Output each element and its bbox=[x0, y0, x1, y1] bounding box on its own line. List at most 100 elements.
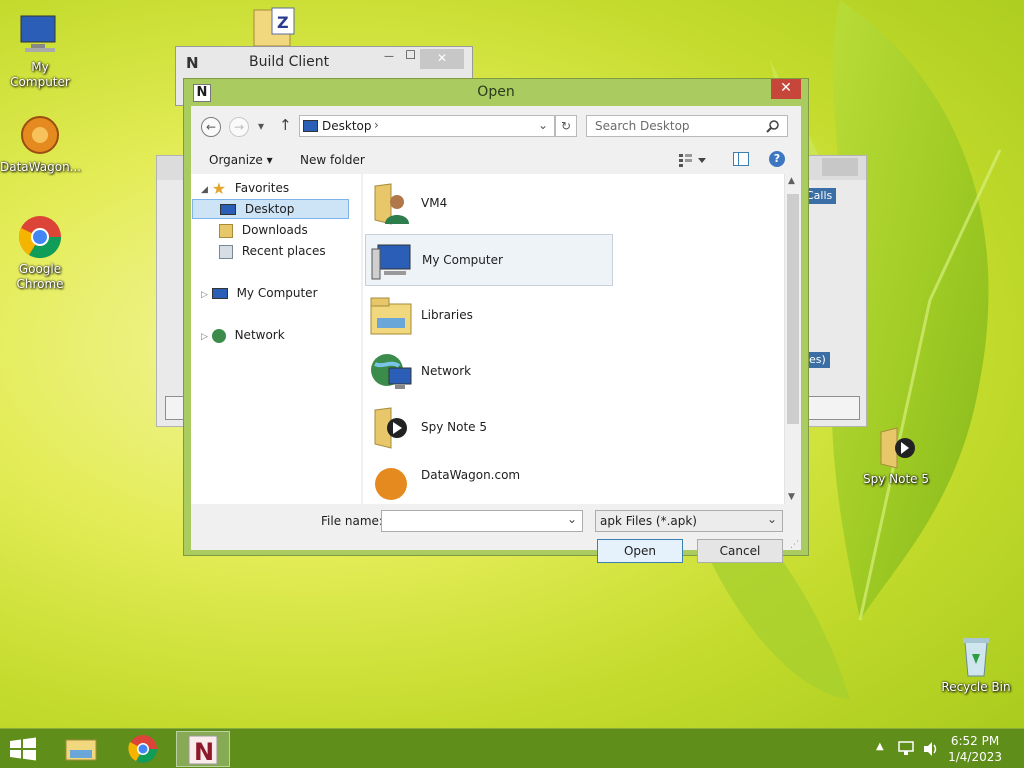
computer-icon bbox=[211, 288, 228, 299]
taskbar-spynote-app[interactable]: N bbox=[176, 731, 230, 767]
desktop-icon-label: My Computer bbox=[10, 60, 70, 89]
view-options-icon[interactable] bbox=[678, 153, 708, 167]
address-dropdown-icon[interactable]: ⌄ bbox=[538, 118, 548, 132]
folder-icon bbox=[374, 407, 407, 449]
file-name-label: File name: bbox=[321, 514, 383, 528]
chrome-icon bbox=[128, 735, 157, 763]
list-item[interactable]: DataWagon.com bbox=[365, 458, 613, 504]
start-button[interactable] bbox=[8, 737, 38, 761]
taskbar-chrome[interactable] bbox=[116, 731, 170, 767]
windows-logo-icon bbox=[10, 737, 36, 761]
expand-arrow-icon[interactable]: ▷ bbox=[201, 290, 208, 300]
zip-file-icon[interactable]: Z bbox=[250, 6, 298, 47]
file-name: My Computer bbox=[422, 253, 503, 267]
address-text: Desktop bbox=[322, 119, 372, 133]
file-explorer-icon bbox=[65, 739, 97, 761]
list-item[interactable]: Libraries bbox=[365, 290, 613, 342]
resize-grip-icon[interactable]: ⋰ bbox=[790, 540, 799, 550]
build-client-minimize[interactable]: — bbox=[384, 51, 394, 62]
desktop-icon-datawagon[interactable]: DataWagon... bbox=[0, 112, 82, 175]
dialog-title: Open bbox=[477, 84, 515, 100]
open-dialog: N Open ✕ ← → ▾ ↑ Desktop › ⌄ ↻ Search De… bbox=[183, 78, 809, 563]
tree-network[interactable]: ▷ Network bbox=[201, 325, 285, 345]
desktop-icon-label: DataWagon... bbox=[0, 160, 82, 174]
network-status-icon[interactable] bbox=[898, 741, 916, 757]
network-icon bbox=[371, 354, 412, 389]
downloads-folder-icon bbox=[219, 223, 233, 238]
tree-downloads[interactable]: Downloads bbox=[219, 220, 308, 240]
desktop-icon-label: Spy Note 5 bbox=[862, 472, 929, 486]
cancel-button[interactable]: Cancel bbox=[697, 539, 783, 563]
desktop-icon-recycle-bin[interactable]: Recycle Bin bbox=[936, 632, 1016, 695]
address-bar[interactable]: Desktop › ⌄ bbox=[299, 115, 555, 137]
folder-icon bbox=[873, 424, 919, 470]
tree-label: Desktop bbox=[244, 202, 295, 216]
dialog-close-button[interactable]: ✕ bbox=[771, 79, 801, 99]
show-hidden-icons[interactable]: ▲ bbox=[876, 741, 884, 752]
file-name: VM4 bbox=[421, 196, 448, 210]
list-item[interactable]: VM4 bbox=[365, 178, 613, 230]
recent-locations-dropdown[interactable]: ▾ bbox=[258, 119, 264, 133]
file-name: Libraries bbox=[421, 308, 473, 322]
recent-places-icon bbox=[219, 244, 233, 259]
scroll-down-icon[interactable]: ▼ bbox=[788, 492, 795, 502]
chevron-down-icon[interactable]: ⌄ bbox=[567, 512, 577, 526]
dialog-footer: File name: ⌄ apk Files (*.apk) ⌄ Open Ca… bbox=[191, 504, 801, 563]
desktop-icon-chrome[interactable]: Google Chrome bbox=[0, 214, 80, 292]
spynote-app-icon: N bbox=[188, 735, 218, 766]
organize-menu[interactable]: Organize ▾ bbox=[209, 153, 273, 167]
list-item[interactable]: My Computer bbox=[365, 234, 613, 286]
list-item[interactable]: Network bbox=[365, 346, 613, 398]
file-type-select[interactable]: apk Files (*.apk) ⌄ bbox=[595, 510, 783, 532]
datawagon-icon bbox=[375, 468, 407, 500]
tree-label: Recent places bbox=[241, 244, 326, 258]
file-name: DataWagon.com bbox=[421, 468, 521, 482]
file-type-value: apk Files (*.apk) bbox=[600, 514, 697, 528]
forward-button[interactable]: → bbox=[229, 117, 249, 137]
search-placeholder: Search Desktop bbox=[595, 119, 690, 133]
file-name-input[interactable]: ⌄ bbox=[381, 510, 583, 532]
tree-recent-places[interactable]: Recent places bbox=[219, 241, 326, 261]
desktop-icon-spy-note[interactable]: Spy Note 5 bbox=[856, 424, 936, 487]
address-chevron-icon[interactable]: › bbox=[374, 118, 379, 132]
desktop-icon-label: Google Chrome bbox=[16, 262, 64, 291]
desktop-icon bbox=[220, 204, 236, 215]
tree-my-computer[interactable]: ▷ My Computer bbox=[201, 283, 318, 303]
taskbar-file-explorer[interactable] bbox=[54, 731, 108, 767]
up-button[interactable]: ↑ bbox=[279, 116, 292, 134]
libraries-icon bbox=[370, 297, 412, 335]
svg-text:N: N bbox=[194, 738, 214, 766]
open-button[interactable]: Open bbox=[597, 539, 683, 563]
list-item[interactable]: Spy Note 5 bbox=[365, 402, 613, 454]
chevron-down-icon[interactable]: ⌄ bbox=[767, 512, 777, 526]
help-icon[interactable]: ? bbox=[769, 151, 785, 167]
scrollbar-thumb[interactable] bbox=[787, 194, 799, 424]
build-client-close[interactable]: ✕ bbox=[420, 49, 464, 69]
desktop-location-icon bbox=[303, 120, 318, 132]
network-icon bbox=[211, 328, 226, 343]
tree-desktop[interactable]: Desktop bbox=[192, 199, 349, 219]
new-folder-button[interactable]: New folder bbox=[300, 153, 365, 167]
preview-pane-icon[interactable] bbox=[733, 152, 749, 166]
expand-arrow-icon[interactable]: ▷ bbox=[201, 332, 208, 342]
back-button[interactable]: ← bbox=[201, 117, 221, 137]
desktop-icon-my-computer[interactable]: My Computer bbox=[0, 12, 80, 90]
build-client-maximize[interactable]: ☐ bbox=[405, 48, 416, 62]
file-name: Network bbox=[421, 364, 472, 378]
tree-label: My Computer bbox=[236, 286, 318, 300]
system-clock[interactable]: 6:52 PM 1/4/2023 bbox=[948, 733, 1002, 765]
datawagon-icon bbox=[17, 112, 63, 158]
background-window-close[interactable] bbox=[822, 158, 858, 176]
file-name: Spy Note 5 bbox=[421, 420, 488, 434]
expand-arrow-icon[interactable]: ◢ bbox=[201, 185, 208, 195]
volume-icon[interactable] bbox=[922, 741, 940, 757]
star-icon: ★ bbox=[211, 178, 227, 198]
refresh-button[interactable]: ↻ bbox=[555, 115, 577, 137]
tree-label: Network bbox=[234, 328, 285, 342]
vertical-scrollbar[interactable]: ▲ ▼ bbox=[784, 174, 801, 504]
computer-icon bbox=[17, 12, 63, 58]
taskbar: N ▲ 6:52 PM 1/4/2023 bbox=[0, 728, 1024, 768]
search-input[interactable]: Search Desktop bbox=[586, 115, 788, 137]
tree-favorites[interactable]: ◢ ★ Favorites bbox=[201, 178, 289, 198]
scroll-up-icon[interactable]: ▲ bbox=[788, 176, 795, 186]
